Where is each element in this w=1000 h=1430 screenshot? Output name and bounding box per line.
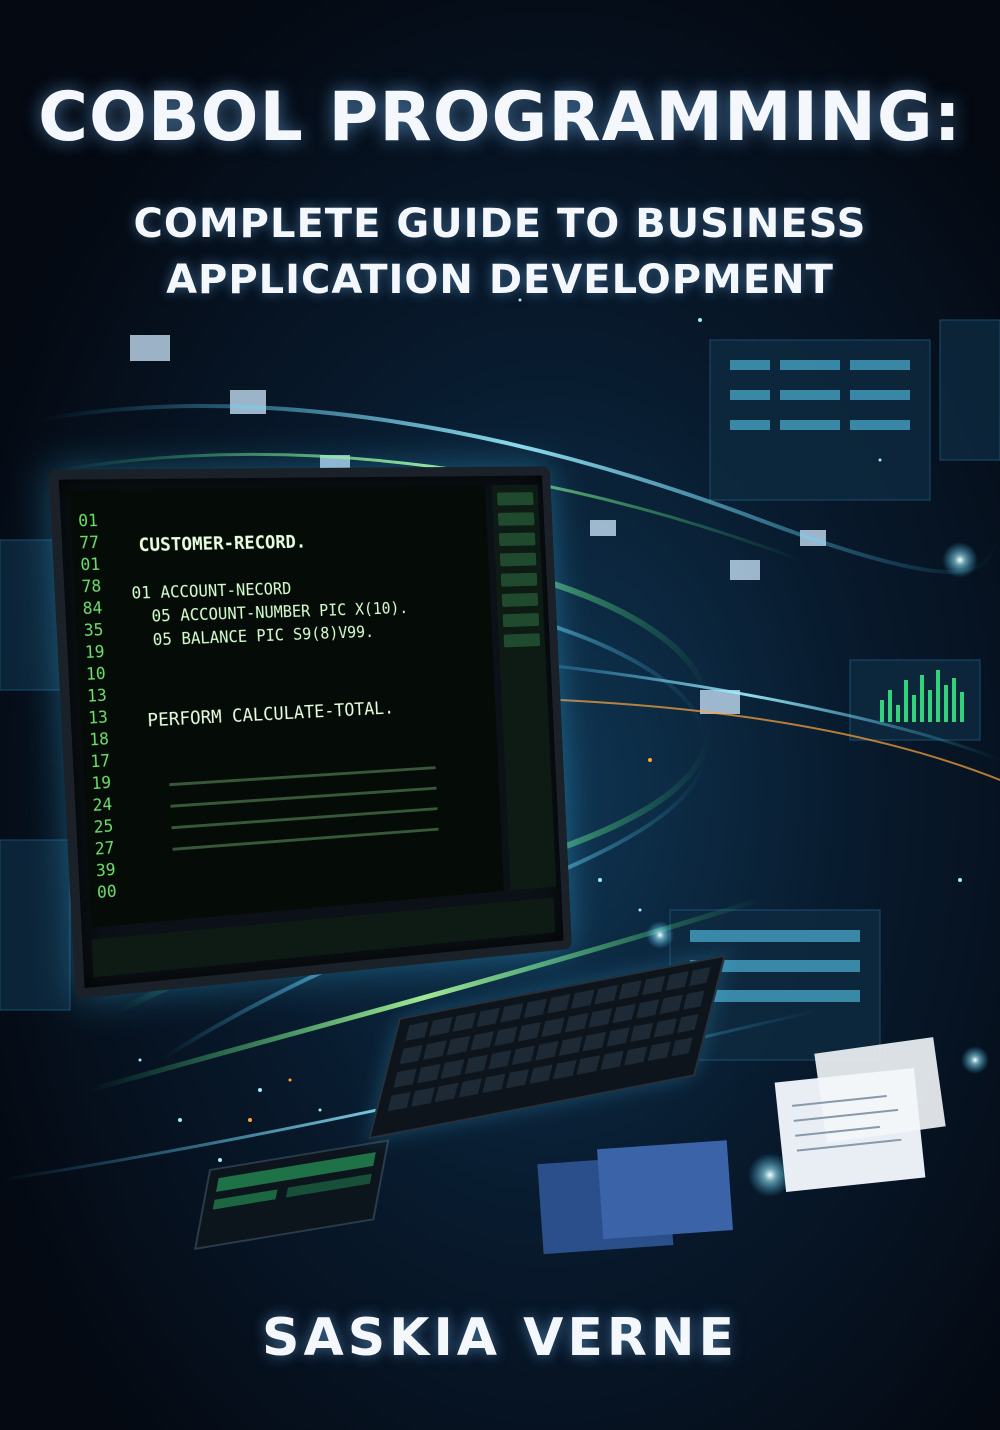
subtitle-line-1: COMPLETE GUIDE TO BUSINESS <box>133 201 867 247</box>
blurred-code-block <box>169 766 439 862</box>
line-number: 00 <box>96 881 118 904</box>
line-number: 35 <box>83 620 104 642</box>
line-number: 39 <box>95 860 117 882</box>
line-number: 17 <box>89 751 111 773</box>
line-number: 10 <box>85 664 107 685</box>
line-number: 19 <box>84 642 106 663</box>
line-number: 19 <box>91 773 112 795</box>
book-cover: COBOL PROGRAMMING: COMPLETE GUIDE TO BUS… <box>0 0 1000 1430</box>
line-number: 27 <box>94 838 115 860</box>
editor-side-panel <box>491 484 557 891</box>
line-number: 78 <box>81 576 102 598</box>
line-number: 77 <box>78 533 100 554</box>
line-number: 84 <box>82 598 103 620</box>
book-title: COBOL PROGRAMMING: <box>38 78 962 157</box>
author-name: SASKIA VERNE <box>262 1308 738 1368</box>
book-subtitle: COMPLETE GUIDE TO BUSINESS APPLICATION D… <box>0 196 1000 308</box>
line-number: 01 <box>79 554 101 576</box>
record-header: CUSTOMER-RECORD. <box>138 531 307 557</box>
computer-monitor: 01 77 01 78 84 35 19 10 13 13 18 17 19 24 25 27 39 00 CUS… <box>48 466 572 1000</box>
line-number: 18 <box>88 729 110 751</box>
line-number: 13 <box>87 707 109 729</box>
line-number: 01 <box>77 511 99 532</box>
subtitle-line-2: APPLICATION DEVELOPMENT <box>166 257 834 303</box>
code-screen: 01 77 01 78 84 35 19 10 13 13 18 17 19 24 25 27 39 00 CUS… <box>68 485 505 928</box>
line-number: 13 <box>86 685 108 707</box>
line-number: 25 <box>93 816 114 838</box>
code-line-3: 05 BALANCE PIC S9(8)V99. <box>152 622 375 651</box>
line-number: 24 <box>92 794 113 816</box>
code-line-1: 01 ACCOUNT-NECORD <box>131 579 292 604</box>
code-line-4: PERFORM CALCULATE-TOTAL. <box>146 697 395 732</box>
